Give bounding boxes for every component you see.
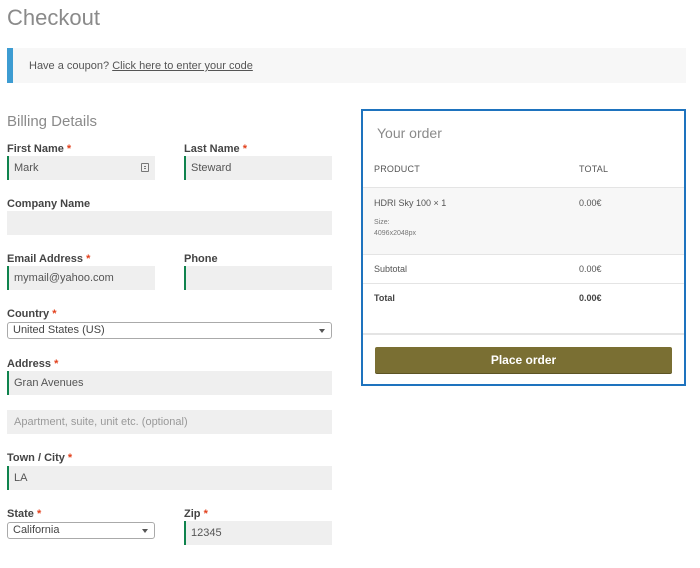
email-label-text: Email Address [7,253,84,265]
required-mark: * [66,143,72,155]
email-label: Email Address * [7,253,90,265]
page-title: Checkout [7,5,100,30]
place-order-button[interactable]: Place order [375,347,672,373]
last-name-value: Steward [191,162,232,174]
city-label-text: Town / City [7,452,65,464]
first-name-field[interactable]: Mark [7,156,155,180]
dropdown-arrow-icon[interactable] [142,529,148,533]
company-name-label-text: Company Name [7,198,91,210]
divider [363,254,684,255]
dropdown-arrow-icon[interactable] [319,329,325,333]
address-line2-placeholder: Apartment, suite, unit etc. (optional) [14,416,188,428]
zip-label-text: Zip [184,508,201,520]
item-size-label: Size: [374,219,390,226]
address-line2-field[interactable]: Apartment, suite, unit etc. (optional) [7,410,332,434]
divider [363,283,684,284]
address-label-text: Address [7,358,52,370]
required-mark: * [67,452,73,464]
total-value: 0.00€ [579,293,602,303]
city-value: LA [14,472,28,484]
required-mark: * [36,508,42,520]
company-name-label: Company Name [7,198,90,210]
required-mark: * [52,308,57,320]
phone-field[interactable] [184,266,332,290]
cart-item-row: HDRI Sky 100 × 1 0.00€ Size: 4096x2048px [363,188,684,254]
first-name-label: First Name * [7,143,71,155]
item-size-value: 4096x2048px [374,230,417,237]
country-select[interactable]: United States (US) [7,322,332,339]
zip-field[interactable]: 12345 [184,521,332,545]
state-value: California [13,524,60,536]
state-select[interactable]: California [7,522,155,539]
item-name: HDRI Sky 100 × 1 [374,198,447,208]
coupon-text: Have a coupon? Click here to enter your … [29,60,253,72]
required-mark: * [54,358,59,370]
contact-card-icon[interactable] [141,163,149,172]
email-value: mymail@yahoo.com [14,272,114,284]
coupon-prompt: Have a coupon? [29,60,110,72]
required-mark: * [203,508,208,520]
city-label: Town / City * [7,452,72,464]
zip-label: Zip * [184,508,208,520]
divider [363,333,684,335]
billing-details-heading: Billing Details [7,113,98,130]
order-review-panel: Your order PRODUCT TOTAL HDRI Sky 100 × … [361,109,686,386]
country-label: Country * [7,308,57,320]
email-field[interactable]: mymail@yahoo.com [7,266,155,290]
country-value: United States (US) [13,324,105,336]
state-label: State * [7,508,41,520]
total-column-header: TOTAL [579,164,609,174]
country-label-text: Country [7,308,50,320]
last-name-label: Last Name * [184,143,247,155]
first-name-label-text: First Name [7,143,64,155]
phone-label-text: Phone [184,253,218,265]
subtotal-label: Subtotal [374,264,408,274]
product-column-header: PRODUCT [374,164,420,174]
address-label: Address * [7,358,58,370]
coupon-notice: Have a coupon? Click here to enter your … [7,48,686,83]
order-heading: Your order [377,125,442,141]
city-field[interactable]: LA [7,466,332,490]
address-line1-value: Gran Avenues [14,377,84,389]
state-label-text: State [7,508,34,520]
company-name-field[interactable] [7,211,332,235]
total-label: Total [374,293,395,303]
item-total: 0.00€ [579,198,602,208]
enter-coupon-link[interactable]: Click here to enter your code [112,60,253,72]
first-name-value: Mark [14,162,39,174]
required-mark: * [86,253,91,265]
last-name-field[interactable]: Steward [184,156,332,180]
zip-value: 12345 [191,527,222,539]
required-mark: * [242,143,247,155]
last-name-label-text: Last Name [184,143,240,155]
address-line1-field[interactable]: Gran Avenues [7,371,332,395]
subtotal-value: 0.00€ [579,264,602,274]
phone-label: Phone [184,253,218,265]
